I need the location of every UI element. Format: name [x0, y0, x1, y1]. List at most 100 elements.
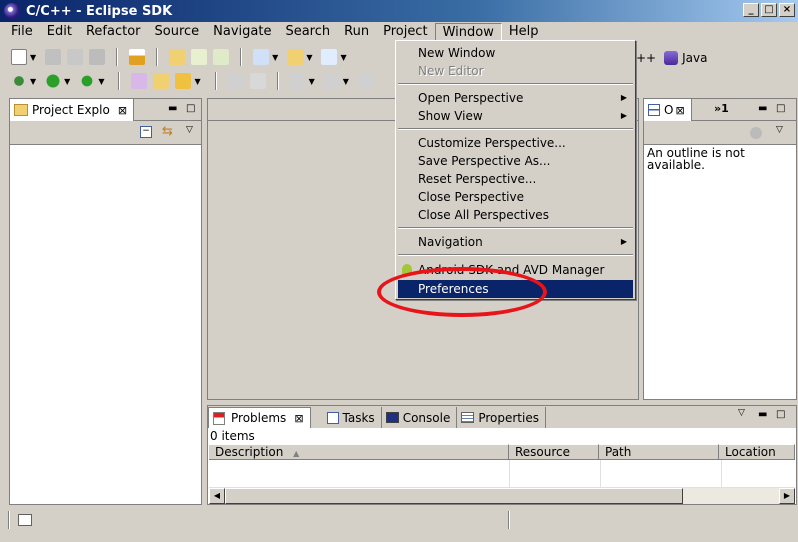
new-java-class-icon[interactable] — [191, 49, 208, 65]
run-external-icon[interactable] — [79, 73, 96, 89]
back-icon[interactable] — [357, 73, 374, 89]
folder-dropdown-icon[interactable]: ▼ — [306, 53, 312, 62]
prev-dropdown-icon[interactable]: ▼ — [343, 77, 349, 86]
close-view-icon[interactable]: ⊠ — [675, 104, 684, 117]
outline-icon — [648, 104, 660, 116]
outline-action-icon[interactable] — [750, 127, 762, 139]
maximize-view-icon[interactable]: □ — [776, 409, 785, 420]
debug-dropdown-icon[interactable]: ▼ — [30, 77, 36, 86]
close-button[interactable]: × — [779, 3, 795, 17]
menu-item-new-window[interactable]: New Window — [398, 44, 633, 62]
outline-tab[interactable]: O ⊠ — [644, 99, 692, 121]
debug-icon[interactable] — [11, 73, 27, 89]
print-icon[interactable] — [89, 49, 106, 65]
java-perspective-button[interactable]: Java — [682, 51, 707, 65]
java-perspective-icon — [664, 51, 679, 65]
class-dropdown-icon[interactable]: ▼ — [272, 53, 278, 62]
scroll-track[interactable] — [683, 488, 779, 504]
menu-item-navigation[interactable]: Navigation ▶ — [398, 233, 633, 251]
project-explorer-tab[interactable]: Project Explo ⊠ — [10, 99, 135, 121]
column-resource[interactable]: Resource — [509, 444, 599, 460]
save-icon[interactable] — [45, 49, 62, 65]
new-icon[interactable] — [11, 49, 27, 65]
menu-refactor[interactable]: Refactor — [79, 23, 148, 41]
external-dropdown-icon[interactable]: ▼ — [98, 77, 104, 86]
menu-source[interactable]: Source — [148, 23, 207, 41]
prev-annotation-icon[interactable] — [323, 73, 340, 89]
column-description[interactable]: Description ▲ — [209, 444, 509, 460]
menu-project[interactable]: Project — [376, 23, 434, 41]
menu-item-reset-perspective[interactable]: Reset Perspective... — [398, 170, 633, 188]
tab-problems-label: Problems — [231, 411, 287, 425]
menu-window[interactable]: Window — [434, 23, 502, 41]
new-cpp-class-icon[interactable] — [253, 49, 270, 65]
menu-item-android-sdk-manager[interactable]: Android SDK and AVD Manager — [398, 261, 633, 279]
horizontal-scrollbar[interactable]: ◀ ▶ — [209, 488, 795, 504]
column-location[interactable]: Location — [719, 444, 795, 460]
save-all-icon[interactable] — [67, 49, 84, 65]
menu-item-show-view[interactable]: Show View ▶ — [398, 107, 633, 125]
minimize-view-icon[interactable]: ▬ — [168, 103, 177, 114]
column-path[interactable]: Path — [599, 444, 719, 460]
menu-navigate[interactable]: Navigate — [206, 23, 278, 41]
close-view-icon[interactable]: ⊠ — [118, 104, 127, 117]
maximize-button[interactable]: □ — [761, 3, 777, 17]
tab-properties[interactable]: Properties — [457, 407, 546, 428]
tab-console[interactable]: Console — [382, 407, 458, 428]
menu-item-preferences[interactable]: Preferences — [398, 280, 633, 298]
menu-edit[interactable]: Edit — [40, 23, 79, 41]
source-dropdown-icon[interactable]: ▼ — [340, 53, 346, 62]
new-source-file-icon[interactable] — [321, 49, 338, 65]
menu-run[interactable]: Run — [337, 23, 376, 41]
android-icon — [402, 264, 412, 276]
view-menu-icon[interactable]: ▽ — [776, 125, 783, 135]
menu-help[interactable]: Help — [502, 23, 546, 41]
minimize-view-icon[interactable]: ▬ — [758, 103, 767, 114]
open-folder-icon[interactable] — [153, 73, 170, 89]
new-project-icon[interactable] — [169, 49, 186, 65]
collapse-all-icon[interactable]: − — [140, 126, 152, 138]
scroll-left-icon[interactable]: ◀ — [209, 488, 225, 504]
menu-item-save-perspective-as[interactable]: Save Perspective As... — [398, 152, 633, 170]
scroll-right-icon[interactable]: ▶ — [779, 488, 795, 504]
problems-view: Problems ⊠ Tasks Console Properties ▽ ▬ … — [207, 405, 797, 505]
new-dropdown-icon[interactable]: ▼ — [30, 53, 36, 62]
new-folder-icon[interactable] — [287, 49, 304, 65]
cpp-perspective-button[interactable]: ++ — [636, 51, 656, 65]
open-type-icon[interactable] — [131, 73, 148, 89]
menu-item-open-perspective[interactable]: Open Perspective ▶ — [398, 89, 633, 107]
view-menu-icon[interactable]: ▽ — [738, 408, 745, 418]
menu-item-close-all-perspectives[interactable]: Close All Perspectives — [398, 206, 633, 224]
menu-item-close-perspective[interactable]: Close Perspective — [398, 188, 633, 206]
folder-icon — [14, 104, 28, 116]
close-view-icon[interactable]: ⊠ — [294, 412, 303, 425]
tab-tasks[interactable]: Tasks — [323, 407, 382, 428]
build-icon[interactable] — [129, 49, 146, 65]
fast-view-icon[interactable] — [18, 514, 32, 526]
menu-separator — [398, 254, 633, 256]
next-dropdown-icon[interactable]: ▼ — [309, 77, 315, 86]
toggle-mark-icon[interactable] — [227, 73, 244, 89]
outline-tabbar: O ⊠ »1 ▬ □ — [644, 99, 796, 121]
run-icon[interactable] — [45, 73, 62, 89]
tab-problems[interactable]: Problems ⊠ — [208, 407, 311, 428]
new-android-icon[interactable] — [213, 49, 230, 65]
search-dropdown-icon[interactable]: ▼ — [194, 77, 200, 86]
show-whitespace-icon[interactable] — [249, 73, 266, 89]
link-editor-icon[interactable]: ⇆ — [162, 124, 173, 139]
maximize-view-icon[interactable]: □ — [186, 103, 195, 114]
search-brush-icon[interactable] — [175, 73, 192, 89]
scroll-thumb[interactable] — [225, 488, 683, 504]
overflow-views-icon[interactable]: »1 — [714, 102, 729, 115]
view-menu-icon[interactable]: ▽ — [186, 125, 193, 135]
menu-search[interactable]: Search — [278, 23, 337, 41]
toolbar-separator — [156, 48, 159, 66]
maximize-view-icon[interactable]: □ — [776, 103, 785, 114]
next-annotation-icon[interactable] — [289, 73, 306, 89]
menu-item-customize-perspective[interactable]: Customize Perspective... — [398, 134, 633, 152]
minimize-button[interactable]: _ — [743, 3, 759, 17]
minimize-view-icon[interactable]: ▬ — [758, 409, 767, 420]
menu-file[interactable]: File — [4, 23, 40, 41]
toolbar-separator — [118, 72, 121, 90]
run-dropdown-icon[interactable]: ▼ — [64, 77, 70, 86]
